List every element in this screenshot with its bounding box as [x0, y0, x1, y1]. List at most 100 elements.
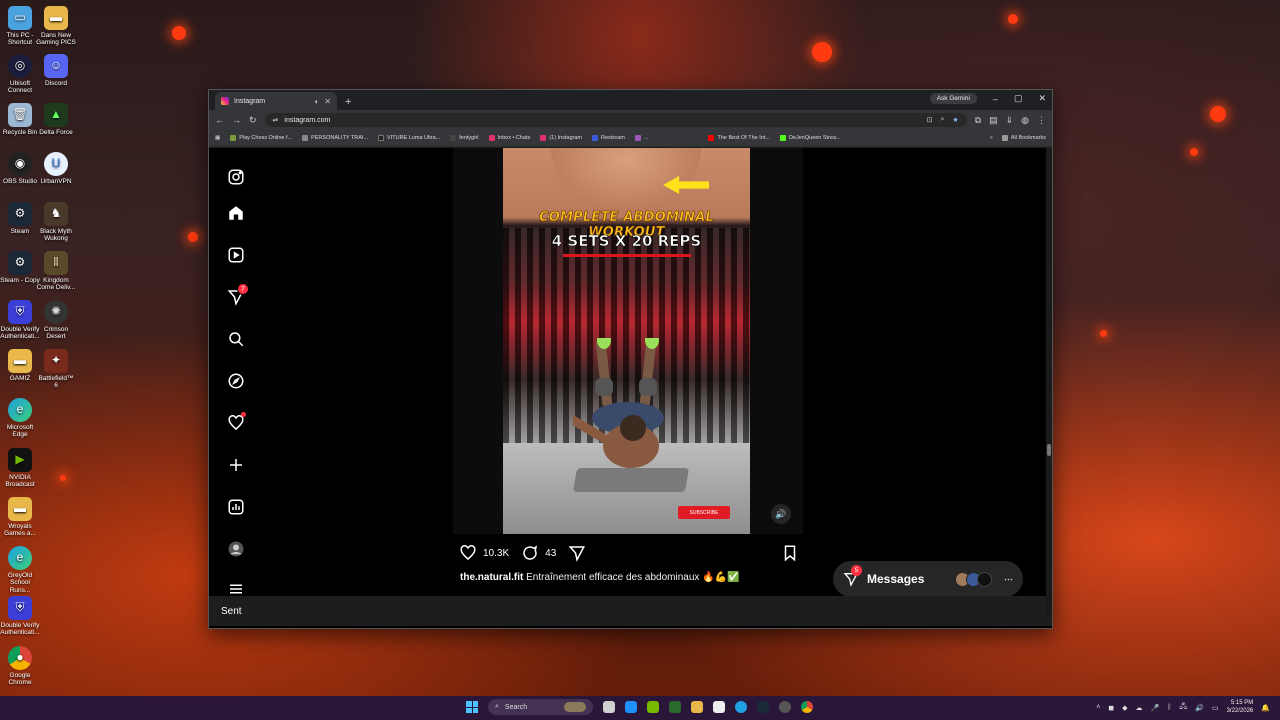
- network-icon[interactable]: 🖧: [1179, 702, 1187, 713]
- reload-icon[interactable]: ↻: [249, 115, 257, 126]
- bluetooth-icon[interactable]: ᛒ: [1167, 704, 1171, 711]
- back-icon[interactable]: ←: [215, 115, 224, 125]
- scrollbar[interactable]: [1046, 148, 1052, 618]
- desktop-icon-black-myth[interactable]: ♞ Black Myth Wukong: [36, 202, 76, 243]
- share-icon[interactable]: [568, 544, 586, 562]
- folder-icon: ▬: [44, 6, 68, 30]
- desktop-icon-battlefield[interactable]: ✦ Battlefield™ 6: [36, 349, 76, 390]
- reels-icon[interactable]: [227, 246, 245, 264]
- xbox-icon[interactable]: [669, 701, 681, 713]
- forward-icon[interactable]: →: [232, 115, 241, 125]
- scrollbar-thumb[interactable]: [1047, 444, 1051, 456]
- like-icon[interactable]: [459, 544, 477, 562]
- bookmark-item[interactable]: fentygirl: [450, 135, 479, 141]
- taskbar-search[interactable]: ⌕ Search: [488, 699, 593, 715]
- bookmark-item[interactable]: PERSONALITY TRAI...: [302, 135, 368, 141]
- messages-popup[interactable]: 5 Messages ⋯: [833, 561, 1023, 597]
- bookmark-item[interactable]: The Best Of The Int...: [708, 135, 770, 141]
- mic-icon[interactable]: 🎤: [1151, 704, 1160, 712]
- more-menu-icon[interactable]: ⋮: [1037, 115, 1046, 126]
- tray-app-icon[interactable]: ◼: [1108, 704, 1114, 712]
- desktop-icon-recycle-bin[interactable]: 🗑 Recycle Bin: [0, 103, 40, 136]
- desktop-icon-obs[interactable]: ◉ OBS Studio: [0, 152, 40, 185]
- bookmark-item[interactable]: (1) Instagram: [540, 135, 582, 141]
- dashboard-icon[interactable]: [227, 498, 245, 516]
- instagram-favicon-icon: [540, 135, 547, 141]
- profile-icon[interactable]: ◍: [1021, 115, 1029, 126]
- cloud-icon[interactable]: ☁: [1136, 704, 1143, 712]
- bookmark-item[interactable]: DeJenQueen Strea...: [779, 135, 841, 141]
- more-icon[interactable]: ⋯: [1004, 574, 1013, 585]
- home-icon[interactable]: [227, 204, 245, 222]
- reel-video[interactable]: COMPLETE ABDOMINAL WORKOUT 4 SETS X 20 R…: [503, 148, 750, 534]
- create-icon[interactable]: [227, 456, 245, 474]
- sound-toggle-icon[interactable]: 🔊: [771, 504, 791, 524]
- all-bookmarks[interactable]: » All Bookmarks: [990, 135, 1046, 141]
- bookmark-item[interactable]: Play Chess Online f...: [230, 135, 292, 141]
- instagram-logo-icon[interactable]: [227, 168, 245, 186]
- desktop-icon-kingdom-come[interactable]: Ⅱ Kingdom Come Deliv...: [36, 251, 76, 292]
- address-bar[interactable]: ⇌ instagram.com ⊡ ⌕ ★: [264, 113, 967, 127]
- nvidia-tray-icon[interactable]: ◆: [1122, 704, 1127, 712]
- ask-gemini-button[interactable]: Ask Gemini: [929, 93, 977, 104]
- notifications-icon[interactable]: 🔔: [1261, 704, 1270, 712]
- bookmark-item[interactable]: VITURE Luma Ultra...: [378, 135, 440, 141]
- desktop-icon-steam[interactable]: ⚙ Steam: [0, 202, 40, 235]
- desktop-icon-steam-copy[interactable]: ⚙ Steam - Copy: [0, 251, 40, 284]
- steam-icon[interactable]: [757, 701, 769, 713]
- obs-icon[interactable]: [779, 701, 791, 713]
- apps-icon[interactable]: ▦: [215, 135, 220, 141]
- profile-avatar[interactable]: [227, 540, 245, 558]
- desktop-icon-this-pc[interactable]: ▭ This PC - Shortcut: [0, 6, 40, 47]
- save-icon[interactable]: [781, 544, 799, 562]
- bookmark-item[interactable]: ...: [634, 135, 648, 141]
- task-view-icon[interactable]: [603, 701, 615, 713]
- desktop-icon-double-verify[interactable]: ⛨ Double Verify Authenticati...: [0, 300, 40, 341]
- tab-audio-icon[interactable]: ◐: [314, 97, 319, 106]
- bookmark-item[interactable]: Inbox • Chats: [488, 135, 530, 141]
- nvidia-icon[interactable]: [647, 701, 659, 713]
- close-tab-icon[interactable]: ✕: [324, 97, 331, 106]
- edge-icon[interactable]: [735, 701, 747, 713]
- site-info-icon[interactable]: ⇌: [273, 116, 279, 124]
- start-icon[interactable]: [466, 701, 478, 713]
- desktop-icon-ubisoft[interactable]: ◎ Ubisoft Connect: [0, 54, 40, 95]
- desktop-icon-gamiz[interactable]: ▬ GAMIZ: [0, 349, 40, 382]
- desktop-icon-discord[interactable]: ☺ Discord: [36, 54, 76, 87]
- file-explorer-icon[interactable]: [691, 701, 703, 713]
- comment-icon[interactable]: [521, 544, 539, 562]
- search-icon[interactable]: [227, 330, 245, 348]
- caption-username[interactable]: the.natural.fit: [460, 572, 523, 583]
- desktop-icon-folder[interactable]: ▬ Dans New Gaming PICS: [36, 6, 76, 47]
- close-window-icon[interactable]: ✕: [1038, 93, 1046, 104]
- volume-icon[interactable]: 🔊: [1195, 704, 1204, 712]
- sidepanel-icon[interactable]: ▤: [989, 115, 998, 126]
- battery-icon[interactable]: ▭: [1212, 704, 1219, 712]
- settings-icon[interactable]: [625, 701, 637, 713]
- desktop-icon-nvidia-broadcast[interactable]: ▶ NVIDIA Broadcast: [0, 448, 40, 489]
- bookmark-star-icon[interactable]: ★: [952, 116, 958, 124]
- bookmark-item[interactable]: Restream: [592, 135, 625, 141]
- chrome-icon[interactable]: [801, 701, 813, 713]
- desktop-icon-urbanvpn[interactable]: U UrbanVPN: [36, 152, 76, 185]
- desktop-icon-greyold[interactable]: e GreyOld School Runs...: [0, 546, 40, 594]
- new-tab-button[interactable]: +: [345, 96, 351, 108]
- desktop-icon-delta-force[interactable]: ▲ Delta Force: [36, 103, 76, 136]
- desktop-icon-edge[interactable]: e Microsoft Edge: [0, 398, 40, 439]
- desktop-icon-chrome[interactable]: ● Google Chrome: [0, 646, 40, 687]
- chevron-up-icon[interactable]: ˄: [1096, 704, 1100, 711]
- install-icon[interactable]: ⊡: [927, 116, 933, 124]
- clock[interactable]: 5:15 PM 3/22/2026: [1227, 700, 1254, 716]
- zoom-icon[interactable]: ⌕: [940, 116, 944, 124]
- notepad-icon[interactable]: [713, 701, 725, 713]
- tab-instagram[interactable]: Instagram ◐ ✕: [215, 92, 337, 110]
- desktop-icon-wroyals[interactable]: ▬ Wroyals Games a...: [0, 497, 40, 538]
- desktop-icon-double-verify-2[interactable]: ⛨ Double Verify Authenticati...: [0, 596, 40, 637]
- explore-icon[interactable]: [227, 372, 245, 390]
- downloads-icon[interactable]: ⇓: [1006, 115, 1014, 126]
- extensions-icon[interactable]: ⧉: [975, 115, 981, 126]
- minimize-icon[interactable]: –: [993, 94, 998, 104]
- messages-count-badge: 5: [851, 565, 862, 576]
- maximize-icon[interactable]: ▢: [1014, 93, 1023, 104]
- desktop-icon-crimson-desert[interactable]: ✺ Crimson Desert: [36, 300, 76, 341]
